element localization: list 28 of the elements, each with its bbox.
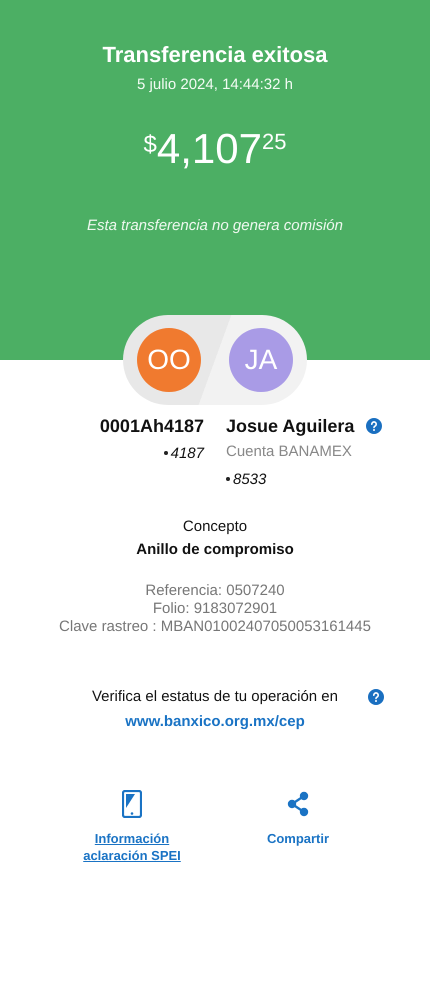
bullet-icon [226,477,230,481]
page-title: Transferencia exitosa [102,42,328,68]
bullet-icon [164,451,168,455]
date-time: 5 julio 2024, 14:44:32 h [137,76,293,93]
concept-value: Anillo de compromiso [136,541,294,558]
action-link[interactable]: Compartir [248,830,348,847]
verify-text: Verifica el estatus de tu operación en [92,688,338,705]
party-name: Josue Aguilera [226,416,354,436]
detail-line: Referencia: 0507240 [145,582,285,600]
currency-symbol: $ [144,131,157,159]
amount-cents: 25 [262,129,286,155]
banxico-link[interactable]: www.banxico.org.mx/cep [125,713,305,730]
avatar: OO [137,328,201,392]
detail-line: Folio: 9183072901 [152,600,278,618]
help-icon[interactable] [368,688,384,704]
account-digits: 4187 [170,444,204,462]
help-icon[interactable] [366,418,382,434]
concept-label: Concepto [182,518,248,535]
account-digits: 8533 [233,470,266,488]
avatar: JA [229,328,293,392]
action-link[interactable]: Información aclaración SPEI [82,830,182,864]
bank-name: Cuenta BANAMEX [226,443,352,462]
share-icon[interactable] [286,790,310,818]
detail-line: Clave rastreo : MBAN01002407050053161445 [59,618,371,636]
phone-icon[interactable] [122,790,142,818]
fee-note: Esta transferencia no genera comisión [87,217,343,234]
amount-value: 4,107 [156,127,262,171]
party-name: 0001Ah4187 [100,416,204,436]
